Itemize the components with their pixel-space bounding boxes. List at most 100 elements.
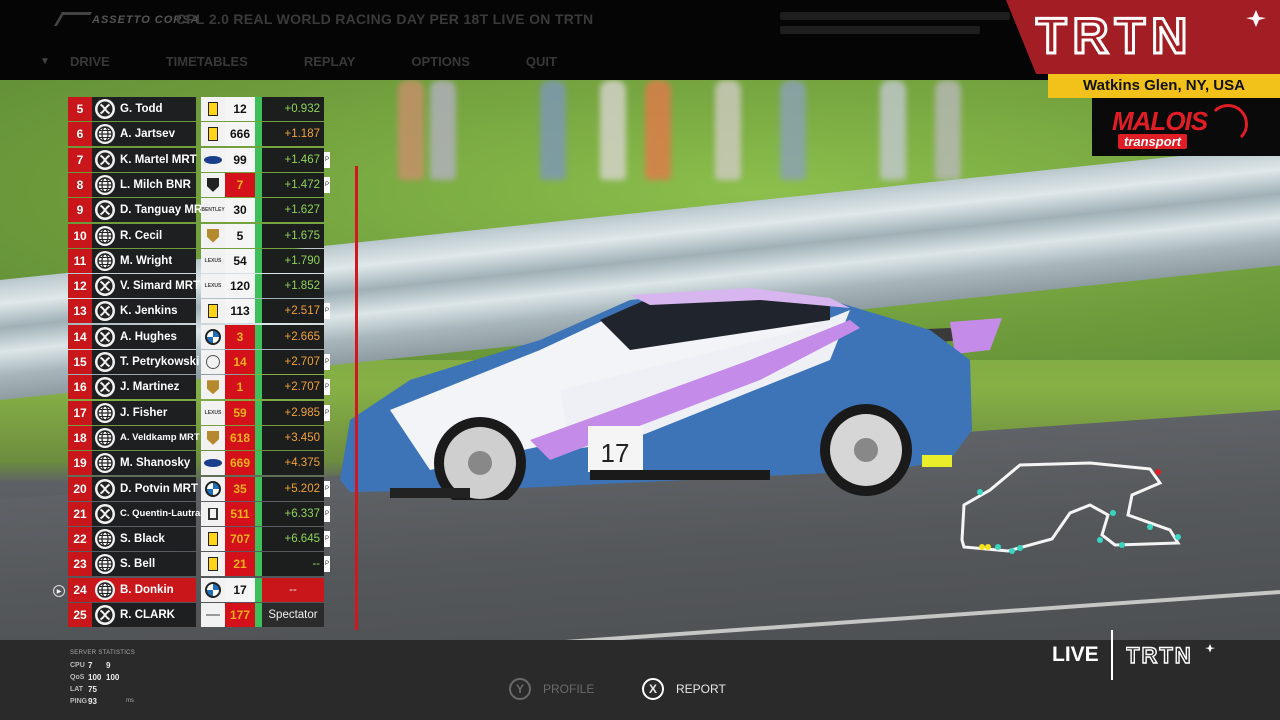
driver-name: J. Fisher	[120, 406, 168, 419]
xbox-icon	[95, 99, 115, 119]
report-label: REPORT	[676, 682, 726, 696]
driver-cell: T. Petrykowski	[92, 350, 199, 374]
driver-name: S. Bell	[120, 558, 156, 571]
pit-indicator-icon: P	[324, 176, 330, 193]
globe-icon	[95, 554, 115, 575]
car-number: 30	[225, 198, 255, 223]
bentley-logo-icon: BENTLEY	[201, 198, 225, 223]
standings-row[interactable]: 24 B. Donkin 17 --	[68, 577, 330, 602]
gap-time: +2.985	[262, 400, 324, 425]
standings-row[interactable]: 8 L. Milch BNR 7 +1.472 P	[68, 172, 330, 197]
position-number: 9	[68, 198, 92, 223]
status-stripe	[255, 476, 262, 501]
profile-button[interactable]: Y PROFILE	[509, 678, 594, 700]
globe-icon	[95, 124, 115, 145]
gap-indicator-line	[355, 166, 358, 630]
standings-row[interactable]: 7 K. Martel MRT 99 +1.467 P	[68, 147, 330, 172]
position-number: 13	[68, 299, 92, 324]
car-number: 177	[225, 603, 255, 627]
standings-row[interactable]: 19 M. Shanosky 669 +4.375	[68, 451, 330, 476]
status-stripe	[255, 375, 262, 400]
standings-row[interactable]: 14 A. Hughes 3 +2.665	[68, 324, 330, 349]
position-number: 7	[68, 147, 92, 172]
live-divider	[1111, 630, 1113, 680]
driver-cell: L. Milch BNR	[92, 172, 196, 197]
globe-icon	[95, 250, 115, 271]
car-number: 35	[225, 476, 255, 501]
gap-time: +2.517	[262, 299, 324, 324]
globe-icon	[95, 579, 115, 600]
xbox-icon	[95, 352, 115, 372]
driver-name: S. Black	[120, 533, 165, 546]
menu-drive[interactable]: DRIVE	[70, 54, 110, 69]
car-number-decal: 17	[601, 438, 630, 468]
gap-time: --	[262, 552, 324, 577]
position-number: 15	[68, 350, 92, 374]
standings-row[interactable]: 21 C. Quentin-Lautram 511 +6.337 P	[68, 501, 330, 526]
standings-row[interactable]: 15 T. Petrykowski 14 +2.707 P	[68, 350, 330, 374]
standings-row[interactable]: 17 J. Fisher LEXUS 59 +2.985 P	[68, 400, 330, 425]
pit-indicator-icon: P	[324, 531, 330, 548]
game-logo-icon	[53, 12, 93, 26]
spectator-figure	[780, 80, 806, 180]
standings-row[interactable]: 11 M. Wright LEXUS 54 +1.790	[68, 248, 330, 273]
standings-row[interactable]: 9 D. Tanguay MRT BENTLEY 30 +1.627	[68, 198, 330, 223]
standings-row[interactable]: 10 R. Cecil 5 +1.675	[68, 223, 330, 248]
menu-caret-icon[interactable]: ▼	[40, 56, 50, 67]
gap-time: +1.472	[262, 172, 324, 197]
standings-row[interactable]: 25 R. CLARK 177 Spectator	[68, 603, 330, 627]
gap-time: +2.707	[262, 350, 324, 374]
standings-row[interactable]: 18 A. Veldkamp MRT 618 +3.450	[68, 425, 330, 450]
status-stripe	[255, 274, 262, 299]
position-number: 8	[68, 172, 92, 197]
standings-row[interactable]: 23 S. Bell 21 -- P	[68, 552, 330, 577]
car-number: 54	[225, 248, 255, 273]
stat-label: QoS	[70, 673, 85, 681]
position-number: 20	[68, 476, 92, 501]
svg-text:TRTN: TRTN	[1126, 643, 1193, 667]
status-stripe	[255, 248, 262, 273]
gap-time: +4.375	[262, 451, 324, 476]
sponsor-ring-icon	[1208, 104, 1248, 144]
status-stripe	[255, 400, 262, 425]
standings-row[interactable]: 12 V. Simard MRT LEXUS 120 +1.852	[68, 274, 330, 299]
sponsor-logo: MALOIS transport	[1112, 104, 1252, 152]
mercedes-logo-icon	[201, 350, 225, 374]
standings-row[interactable]: 5 G. Todd 12 +0.932	[68, 97, 330, 121]
status-stripe	[255, 501, 262, 526]
menu-timetables[interactable]: TIMETABLES	[166, 54, 248, 69]
globe-icon	[95, 402, 115, 423]
stat-label: CPU	[70, 661, 85, 669]
status-stripe	[255, 172, 262, 197]
pit-indicator-icon: P	[324, 404, 330, 421]
spectator-figure	[935, 80, 961, 180]
driver-cell: M. Shanosky	[92, 451, 196, 476]
server-statistics: SERVER STATISTICS CPU 7 9 QoS 100 100 LAT 75 PIN…	[70, 650, 135, 707]
car-number: 7	[225, 172, 255, 197]
menu-replay[interactable]: REPLAY	[304, 54, 356, 69]
position-number: 6	[68, 122, 92, 147]
spectator-figure	[398, 80, 424, 180]
position-number: 22	[68, 527, 92, 552]
menu-quit[interactable]: QUIT	[526, 54, 557, 69]
standings-row[interactable]: 13 K. Jenkins 113 +2.517 P	[68, 299, 330, 324]
car-number: 21	[225, 552, 255, 577]
driver-name: R. CLARK	[120, 609, 175, 621]
xbox-icon	[95, 276, 115, 297]
report-button[interactable]: X REPORT	[642, 678, 726, 700]
standings-row[interactable]: 20 D. Potvin MRT 35 +5.202 P	[68, 476, 330, 501]
trtn-logo: TRTN	[1035, 8, 1266, 60]
standings-row[interactable]: 16 J. Martinez 1 +2.707 P	[68, 375, 330, 400]
driver-cell: D. Tanguay MRT	[92, 198, 209, 223]
xbox-icon	[95, 377, 115, 398]
bmw-logo-icon	[201, 577, 225, 602]
standings-row[interactable]: 6 A. Jartsev 666 +1.187	[68, 122, 330, 147]
car-number: 120	[225, 274, 255, 299]
lexus-logo-icon: LEXUS	[201, 248, 225, 273]
standings-row[interactable]: 22 S. Black 707 +6.645 P	[68, 527, 330, 552]
menu-options[interactable]: OPTIONS	[411, 54, 470, 69]
position-number: 10	[68, 223, 92, 248]
status-stripe	[255, 97, 262, 121]
status-stripe	[255, 350, 262, 374]
lamborghini-logo-icon	[201, 172, 225, 197]
